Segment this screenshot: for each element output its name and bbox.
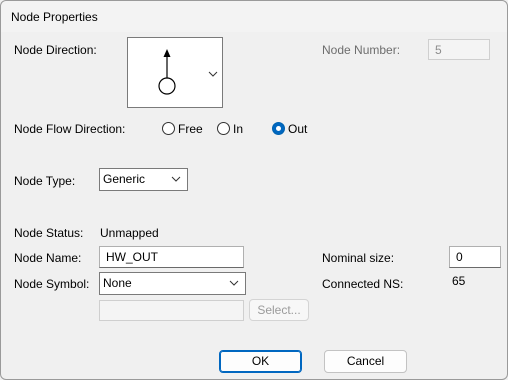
node-symbol-value: None — [103, 276, 132, 290]
node-properties-dialog: Node Properties Node Direction: Node Num… — [0, 0, 508, 380]
node-status-value: Unmapped — [100, 226, 159, 240]
chevron-down-icon — [208, 71, 218, 77]
ok-button[interactable]: OK — [219, 350, 302, 373]
flow-free-radio[interactable] — [162, 122, 175, 135]
connected-ns-label: Connected NS: — [322, 277, 404, 291]
flow-free-label[interactable]: Free — [178, 122, 203, 136]
flow-out-label[interactable]: Out — [288, 122, 307, 136]
flow-out-radio[interactable] — [272, 122, 285, 135]
node-direction-picker[interactable] — [127, 37, 223, 108]
cancel-button[interactable]: Cancel — [324, 350, 407, 373]
window-title: Node Properties — [11, 10, 98, 24]
node-status-label: Node Status: — [14, 226, 84, 240]
node-name-input[interactable]: HW_OUT — [99, 246, 244, 268]
chevron-down-icon — [171, 169, 181, 197]
nominal-size-input[interactable]: 0 — [449, 246, 501, 268]
title-bar[interactable]: Node Properties — [1, 1, 507, 32]
chevron-down-icon — [229, 273, 239, 301]
node-number-label: Node Number: — [322, 43, 401, 57]
node-name-label: Node Name: — [14, 251, 82, 265]
node-symbol-label: Node Symbol: — [14, 277, 90, 291]
nominal-size-label: Nominal size: — [322, 251, 395, 265]
connected-ns-value: 65 — [452, 274, 466, 288]
node-symbol-select[interactable]: None — [99, 272, 246, 295]
flow-in-radio[interactable] — [217, 122, 230, 135]
flow-in-label[interactable]: In — [233, 122, 243, 136]
node-direction-label: Node Direction: — [14, 43, 97, 57]
node-type-select[interactable]: Generic — [99, 168, 188, 191]
node-symbol-preview-field — [99, 300, 244, 321]
node-type-label: Node Type: — [14, 174, 76, 188]
flow-direction-label: Node Flow Direction: — [14, 122, 126, 136]
node-number-field: 5 — [428, 39, 490, 60]
node-type-value: Generic — [103, 172, 146, 186]
select-symbol-button[interactable]: Select... — [249, 299, 309, 321]
